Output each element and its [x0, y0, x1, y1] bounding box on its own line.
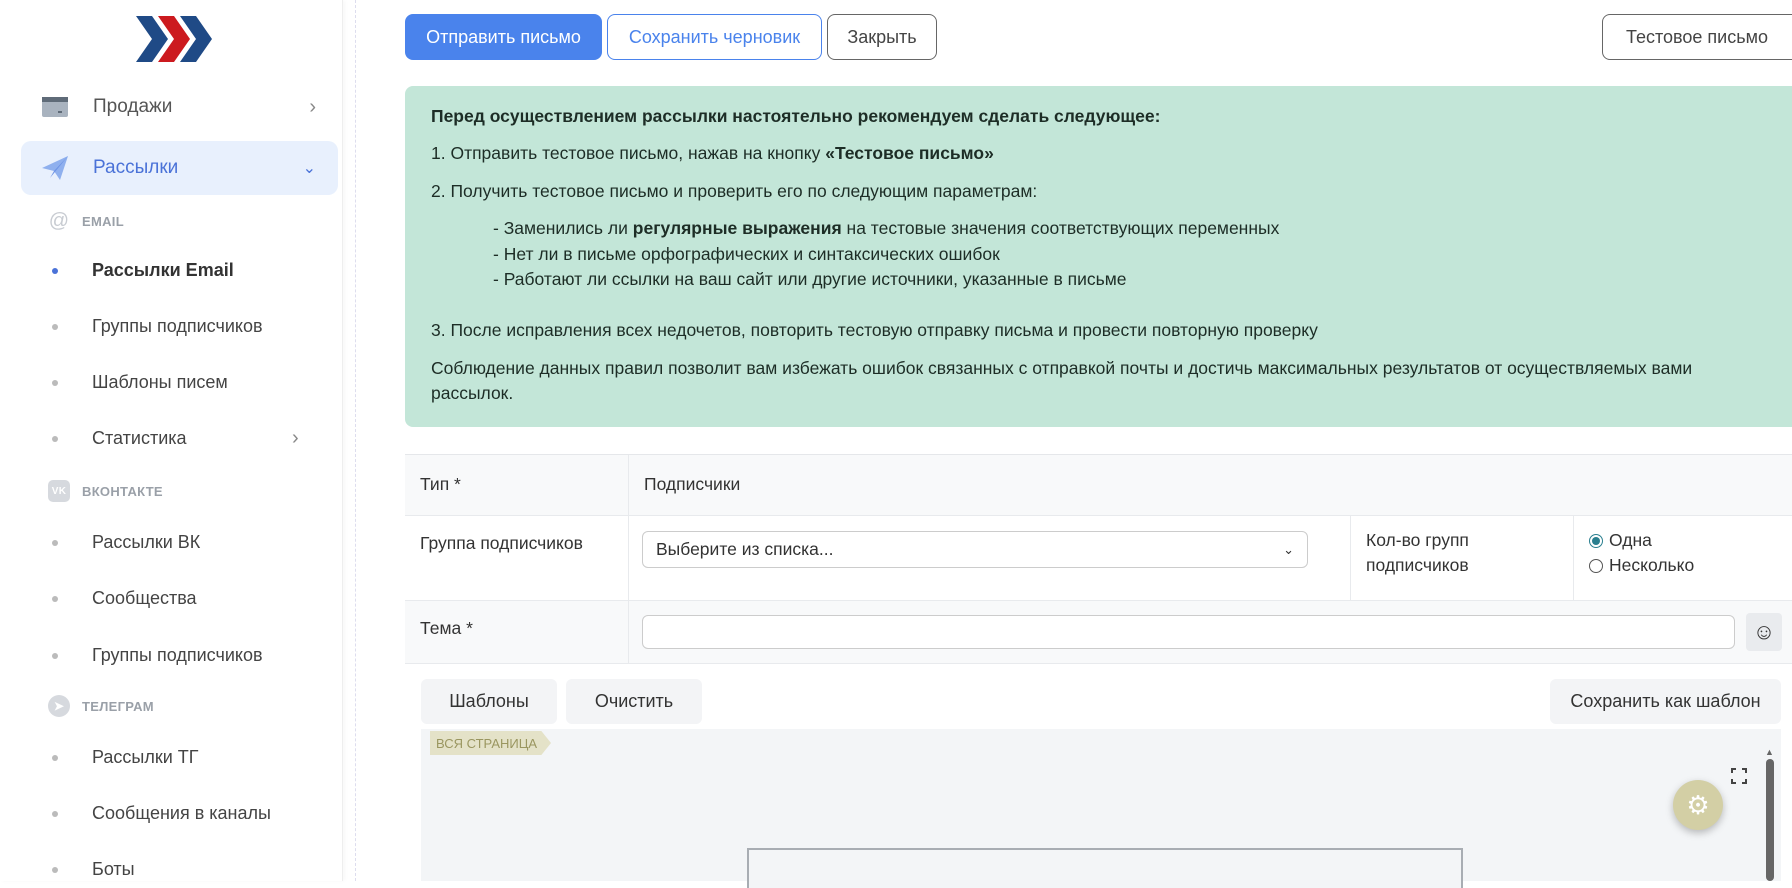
notice-check-2: - Нет ли в письме орфографических и синт…	[493, 243, 1000, 264]
subitem-label: Сообщества	[92, 588, 197, 608]
sidebar-subitem[interactable]: Сообщения в каналы	[52, 803, 271, 824]
save-as-template-button[interactable]: Сохранить как шаблон	[1550, 679, 1781, 724]
subitem-label: Группы подписчиков	[92, 645, 263, 665]
sidebar-item-sales[interactable]: Продажи ›	[21, 80, 338, 134]
subitem-label: Сообщения в каналы	[92, 803, 271, 823]
section-tag[interactable]: ВСЯ СТРАНИЦА	[430, 731, 552, 755]
section-title: ВКОНТАКТЕ	[82, 483, 163, 499]
radio-label: Одна	[1609, 530, 1652, 550]
bullet-icon	[52, 754, 58, 761]
subitem-label: Рассылки ВК	[92, 532, 201, 552]
section-vk: VK ВКОНТАКТЕ	[48, 480, 163, 502]
subject-label: Тема *	[405, 601, 629, 663]
bullet-icon	[52, 866, 58, 873]
select-value: Выберите из списка...	[656, 539, 834, 559]
bullet-icon	[52, 595, 58, 602]
sidebar-subitem[interactable]: Рассылки Email	[52, 260, 234, 281]
emoji-button[interactable]: ☺	[1746, 613, 1782, 651]
notice-step-1: 1. Отправить тестовое письмо, нажав на к…	[431, 141, 1766, 166]
email-editor-canvas[interactable]: ВСЯ СТРАНИЦА ⚙ ▲	[421, 729, 1781, 888]
fullscreen-icon[interactable]	[1731, 768, 1747, 784]
sidebar: Продажи › Рассылки ⌄ @ EMAIL Рассылки Ema…	[0, 0, 343, 881]
radio-several[interactable]: Несколько	[1589, 553, 1777, 578]
at-icon: @	[48, 209, 70, 232]
radio-label: Несколько	[1609, 555, 1695, 576]
save-draft-button[interactable]: Сохранить черновик	[607, 14, 822, 60]
sidebar-subitem[interactable]: Сообщества	[52, 588, 197, 609]
sidebar-subitem[interactable]: Шаблоны писем	[52, 372, 228, 393]
send-button[interactable]: Отправить письмо	[405, 14, 602, 60]
chevron-right-icon: ›	[292, 427, 299, 449]
sidebar-item-label: Рассылки	[93, 157, 179, 178]
section-email: @ EMAIL	[48, 210, 124, 232]
recommendation-notice: Перед осуществлением рассылки настоятель…	[405, 86, 1792, 427]
section-title: ТЕЛЕГРАМ	[82, 698, 154, 714]
notice-step-3: 3. После исправления всех недочетов, пов…	[431, 320, 1318, 341]
vk-icon: VK	[48, 480, 70, 502]
email-body-block[interactable]	[747, 848, 1463, 888]
sidebar-subitem[interactable]: Группы подписчиков	[52, 645, 263, 666]
notice-heading: Перед осуществлением рассылки настоятель…	[431, 106, 1161, 126]
bullet-icon	[52, 810, 58, 817]
subitem-label: Статистика	[92, 428, 187, 448]
notice-check-3: - Работают ли ссылки на ваш сайт или дру…	[493, 268, 1127, 289]
bullet-icon	[52, 267, 58, 274]
type-value: Подписчики	[644, 474, 741, 494]
sidebar-item-mailings[interactable]: Рассылки ⌄	[21, 141, 338, 195]
radio-one[interactable]: Одна	[1589, 528, 1777, 553]
bullet-icon	[52, 539, 58, 546]
chevron-down-icon: ⌄	[1283, 541, 1294, 557]
section-telegram: ➤ ТЕЛЕГРАМ	[48, 695, 154, 717]
close-button[interactable]: Закрыть	[827, 14, 937, 60]
test-email-button[interactable]: Тестовое письмо	[1602, 14, 1792, 60]
section-title: EMAIL	[82, 213, 124, 229]
radio-checked-icon	[1589, 533, 1603, 548]
sidebar-subitem[interactable]: Рассылки ВК	[52, 532, 200, 553]
sidebar-subitem[interactable]: Боты	[52, 859, 135, 880]
text: 1. Отправить тестовое письмо, нажав на к…	[431, 143, 826, 164]
sidebar-subitem[interactable]: Статистика ›	[52, 427, 332, 449]
settings-button[interactable]: ⚙	[1673, 780, 1723, 830]
subitem-label: Шаблоны писем	[92, 372, 228, 392]
subitem-label: Боты	[92, 859, 135, 879]
subitem-label: Рассылки Email	[92, 260, 234, 280]
subject-input[interactable]	[642, 615, 1735, 649]
divider	[355, 0, 356, 881]
text: на тестовые значения соответствующих пер…	[841, 218, 1280, 239]
text-bold: «Тестовое письмо»	[825, 143, 994, 164]
bullet-icon	[52, 323, 58, 330]
text-bold: регулярные выражения	[632, 218, 842, 239]
bullet-icon	[52, 652, 58, 659]
scrollbar[interactable]	[1766, 759, 1774, 881]
telegram-icon: ➤	[48, 695, 70, 717]
group-label: Группа подписчиков	[405, 516, 629, 600]
scroll-up-icon[interactable]: ▲	[1765, 747, 1774, 757]
notice-step-2: 2. Получить тестовое письмо и проверить …	[431, 180, 1038, 201]
text: - Заменились ли	[493, 218, 633, 239]
mailing-form: Тип * Подписчики Группа подписчиков Выбе…	[405, 454, 1792, 664]
subitem-label: Группы подписчиков	[92, 316, 263, 336]
smiley-icon: ☺	[1752, 619, 1776, 644]
gear-icon: ⚙	[1686, 789, 1710, 820]
card-icon	[41, 96, 69, 118]
bullet-icon	[52, 379, 58, 386]
group-select[interactable]: Выберите из списка... ⌄	[642, 531, 1308, 568]
logo[interactable]	[136, 16, 216, 67]
radio-unchecked-icon	[1589, 559, 1603, 574]
paper-plane-icon	[41, 156, 69, 180]
type-label: Тип *	[405, 455, 629, 515]
sidebar-subitem[interactable]: Группы подписчиков	[52, 316, 263, 337]
notice-footer: Соблюдение данных правил позволит вам из…	[431, 357, 1693, 403]
chevron-down-icon: ⌄	[302, 160, 316, 177]
subitem-label: Рассылки ТГ	[92, 747, 199, 767]
templates-button[interactable]: Шаблоны	[421, 679, 557, 724]
sidebar-item-label: Продажи	[93, 96, 173, 117]
bullet-icon	[52, 435, 58, 442]
group-count-label: Кол-во групп подписчиков	[1351, 516, 1574, 600]
notice-check-1: - Заменились ли регулярные выражения на …	[431, 216, 1766, 241]
clear-button[interactable]: Очистить	[566, 679, 702, 724]
sidebar-subitem[interactable]: Рассылки ТГ	[52, 747, 199, 768]
chevron-right-icon: ›	[309, 95, 316, 118]
